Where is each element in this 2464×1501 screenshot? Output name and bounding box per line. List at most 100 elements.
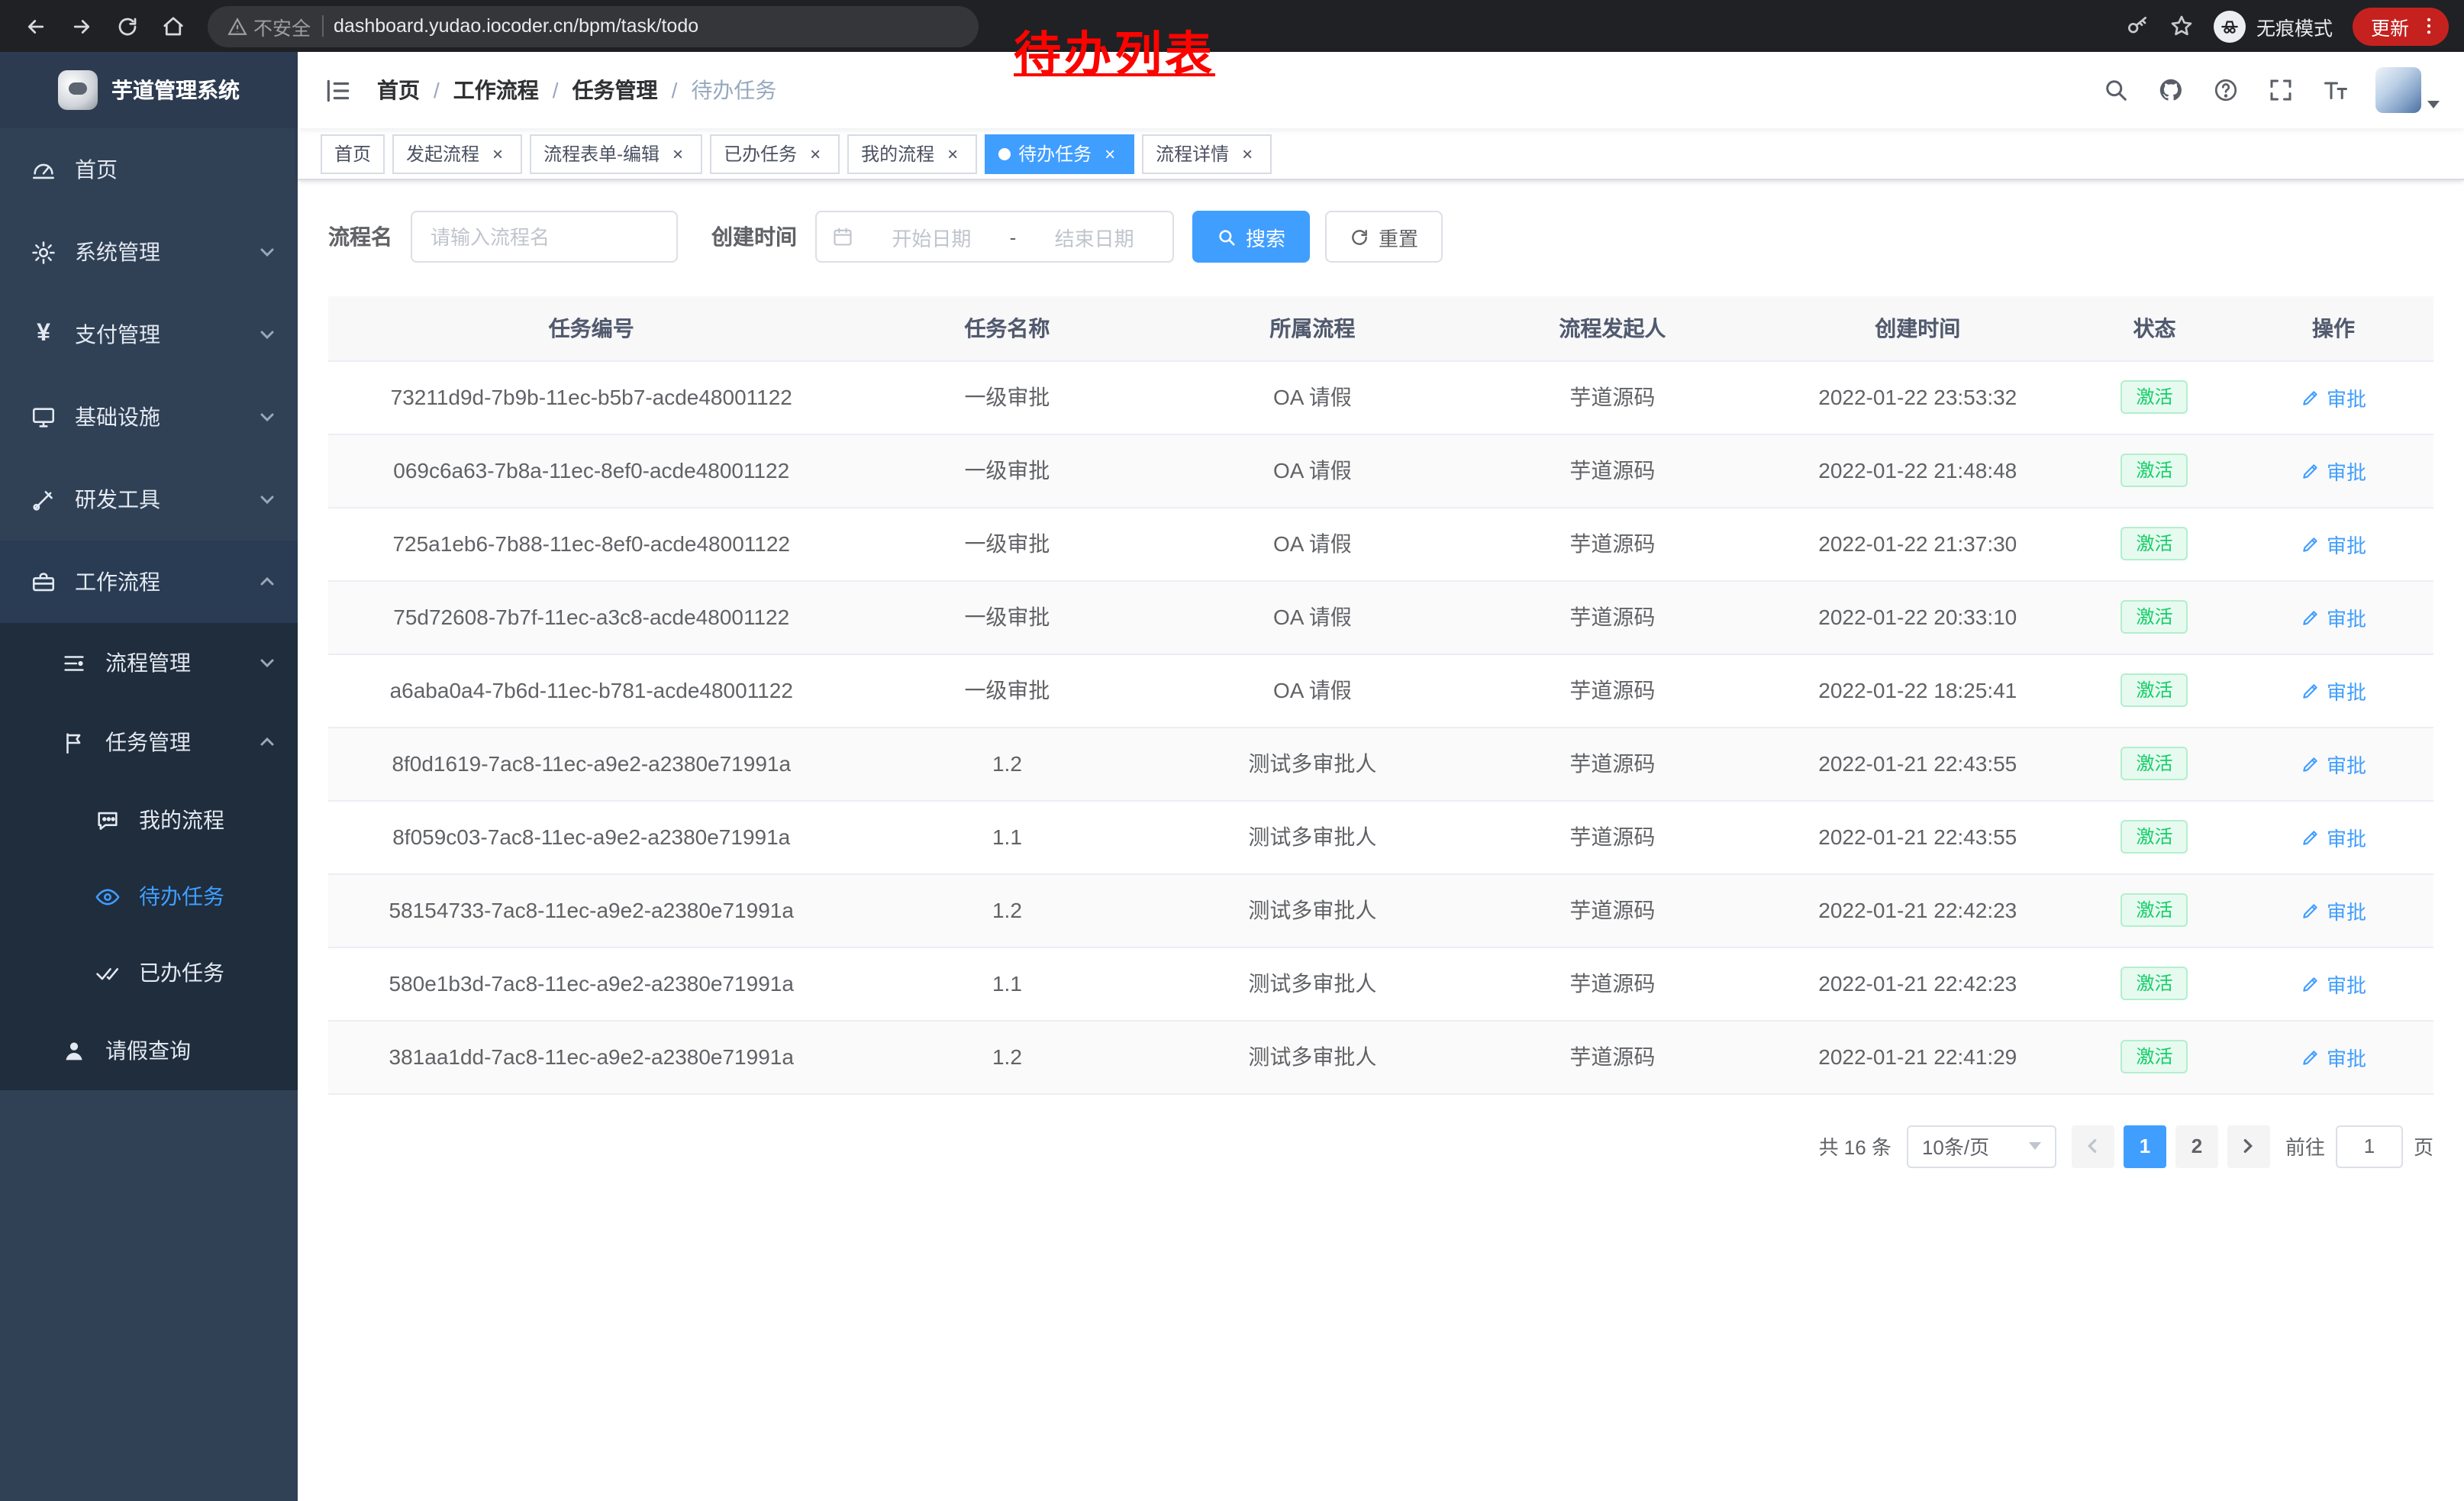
tab-todo-tasks[interactable]: 待办任务 × [985, 134, 1134, 173]
goto-group: 前往 页 [2285, 1125, 2433, 1167]
home-button[interactable] [153, 6, 192, 46]
cell-action: 审批 [2233, 947, 2433, 1020]
page-button-1[interactable]: 1 [2124, 1125, 2166, 1167]
url-text: dashboard.yudao.iocoder.cn/bpm/task/todo [334, 15, 698, 37]
sidebar-item-home[interactable]: 首页 [0, 128, 298, 211]
breadcrumb-workflow[interactable]: 工作流程 [453, 75, 539, 105]
sidebar-item-workflow[interactable]: 工作流程 [0, 541, 298, 623]
user-menu[interactable] [2375, 67, 2440, 113]
status-badge: 激活 [2121, 747, 2188, 780]
cell-initiator: 芋道源码 [1465, 873, 1759, 947]
process-name-input[interactable] [411, 211, 678, 263]
tab-process-detail[interactable]: 流程详情 × [1142, 134, 1272, 173]
sidebar-item-process-mgmt[interactable]: 流程管理 [0, 623, 298, 702]
prev-page-button[interactable] [2072, 1125, 2114, 1167]
cell-task-name: 1.1 [855, 947, 1160, 1020]
close-icon[interactable]: × [667, 143, 689, 164]
cell-status: 激活 [2075, 434, 2233, 507]
sidebar-item-done-tasks[interactable]: 已办任务 [0, 934, 298, 1011]
tab-done-tasks[interactable]: 已办任务 × [710, 134, 840, 173]
double-check-icon [95, 960, 121, 986]
refresh-button[interactable] [107, 6, 147, 46]
avatar[interactable] [2375, 67, 2421, 113]
date-range-picker[interactable]: 开始日期 - 结束日期 [815, 211, 1174, 263]
sidebar-item-infrastructure[interactable]: 基础设施 [0, 376, 298, 458]
sidebar-item-system-mgmt[interactable]: 系统管理 [0, 211, 298, 293]
update-button[interactable]: 更新 [2353, 7, 2449, 45]
cell-process: OA 请假 [1159, 507, 1465, 580]
forward-button[interactable] [61, 6, 101, 46]
tab-process-form-edit[interactable]: 流程表单-编辑 × [530, 134, 702, 173]
back-button[interactable] [15, 6, 55, 46]
cell-initiator: 芋道源码 [1465, 360, 1759, 434]
security-warning[interactable]: 不安全 [227, 11, 311, 40]
cell-create-time: 2022-01-21 22:42:23 [1759, 873, 2075, 947]
approve-button[interactable]: 审批 [2301, 969, 2366, 998]
cell-create-time: 2022-01-21 22:41:29 [1759, 1020, 2075, 1093]
goto-page-input[interactable] [2336, 1125, 2403, 1167]
task-table: 任务编号 任务名称 所属流程 流程发起人 创建时间 状态 操作 73211d9d… [328, 296, 2433, 1094]
font-size-icon[interactable] [2320, 76, 2350, 105]
cell-initiator: 芋道源码 [1465, 654, 1759, 727]
sidebar-item-payment-mgmt[interactable]: ¥ 支付管理 [0, 293, 298, 376]
approve-button[interactable]: 审批 [2301, 383, 2366, 412]
page-size-select[interactable]: 10条/页 [1907, 1125, 2056, 1167]
cell-action: 审批 [2233, 434, 2433, 507]
cell-process: 测试多审批人 [1159, 873, 1465, 947]
approve-button[interactable]: 审批 [2301, 529, 2366, 558]
table-row: 580e1b3d-7ac8-11ec-a9e2-a2380e71991a 1.1… [328, 947, 2433, 1020]
cell-status: 激活 [2075, 360, 2233, 434]
cell-task-name: 一级审批 [855, 360, 1160, 434]
close-icon[interactable]: × [942, 143, 963, 164]
address-bar[interactable]: 不安全 dashboard.yudao.iocoder.cn/bpm/task/… [208, 5, 979, 47]
chevron-up-icon [258, 733, 276, 751]
github-icon[interactable] [2156, 76, 2185, 105]
next-page-button[interactable] [2227, 1125, 2270, 1167]
approve-button[interactable]: 审批 [2301, 822, 2366, 851]
app-logo[interactable]: 芋道管理系统 [0, 52, 298, 128]
sidebar-collapse-button[interactable] [324, 76, 353, 105]
edit-pencil-icon [2301, 460, 2320, 480]
close-icon[interactable]: × [805, 143, 826, 164]
approve-button[interactable]: 审批 [2301, 456, 2366, 485]
approve-button[interactable]: 审批 [2301, 749, 2366, 778]
approve-button[interactable]: 审批 [2301, 602, 2366, 631]
cell-create-time: 2022-01-22 21:48:48 [1759, 434, 2075, 507]
help-icon[interactable] [2211, 76, 2240, 105]
reset-button[interactable]: 重置 [1325, 211, 1443, 263]
browser-menu-dots-icon[interactable] [2418, 15, 2440, 37]
person-icon [61, 1038, 87, 1064]
password-key-icon[interactable] [2125, 14, 2150, 38]
chevron-down-icon [258, 325, 276, 344]
close-icon[interactable]: × [1099, 143, 1121, 164]
column-status: 状态 [2075, 296, 2233, 360]
breadcrumb-home[interactable]: 首页 [377, 75, 420, 105]
approve-button[interactable]: 审批 [2301, 676, 2366, 705]
tags-view-bar: 首页 发起流程 × 流程表单-编辑 × 已办任务 × 我的流程 × [298, 128, 2464, 180]
tab-start-process[interactable]: 发起流程 × [392, 134, 522, 173]
close-icon[interactable]: × [487, 143, 508, 164]
tab-my-process[interactable]: 我的流程 × [847, 134, 977, 173]
approve-button[interactable]: 审批 [2301, 896, 2366, 925]
approve-label: 审批 [2327, 602, 2366, 631]
sidebar-item-leave-query[interactable]: 请假查询 [0, 1011, 298, 1090]
table-body: 73211d9d-7b9b-11ec-b5b7-acde48001122 一级审… [328, 360, 2433, 1093]
cell-initiator: 芋道源码 [1465, 1020, 1759, 1093]
tab-home[interactable]: 首页 [321, 134, 385, 173]
search-icon[interactable] [2101, 76, 2130, 105]
close-icon[interactable]: × [1237, 143, 1258, 164]
page-button-2[interactable]: 2 [2175, 1125, 2218, 1167]
sidebar-item-todo-tasks[interactable]: 待办任务 [0, 858, 298, 934]
search-button[interactable]: 搜索 [1192, 211, 1310, 263]
search-button-label: 搜索 [1246, 222, 1285, 251]
cell-status: 激活 [2075, 873, 2233, 947]
approve-button[interactable]: 审批 [2301, 1042, 2366, 1071]
bookmark-star-icon[interactable] [2169, 14, 2194, 38]
sidebar-item-my-process[interactable]: 我的流程 [0, 782, 298, 858]
cell-initiator: 芋道源码 [1465, 507, 1759, 580]
breadcrumb-task-mgmt[interactable]: 任务管理 [572, 75, 658, 105]
cell-task-id: 580e1b3d-7ac8-11ec-a9e2-a2380e71991a [328, 947, 855, 1020]
fullscreen-icon[interactable] [2266, 76, 2295, 105]
sidebar-item-task-mgmt[interactable]: 任务管理 [0, 702, 298, 782]
sidebar-item-dev-tools[interactable]: 研发工具 [0, 458, 298, 541]
